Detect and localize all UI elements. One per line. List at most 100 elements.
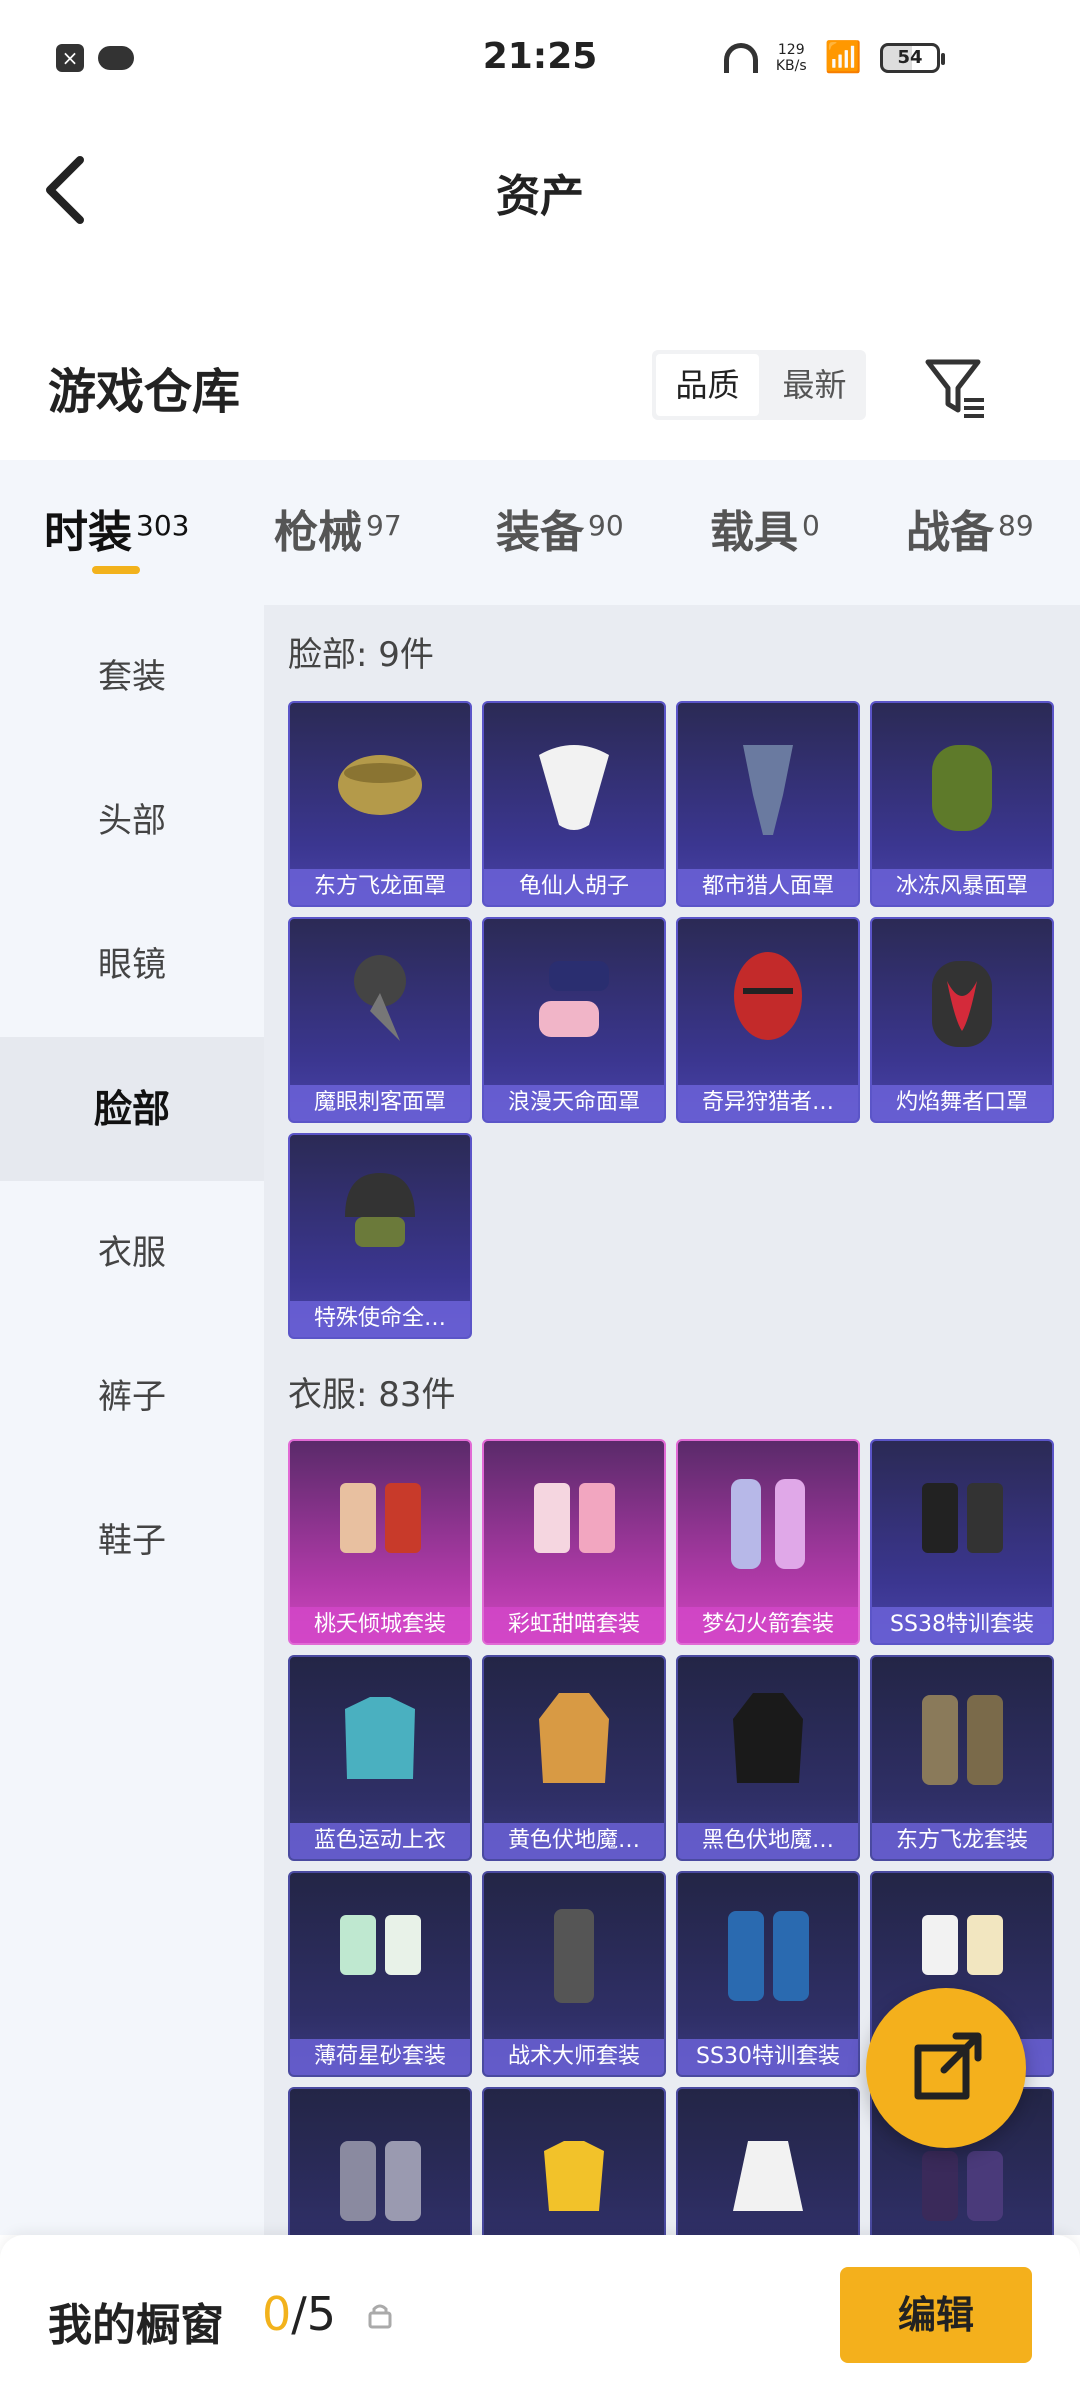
item-card[interactable]: 彩虹甜喵套装 (482, 1439, 666, 1645)
item-card[interactable]: 东方飞龙面罩 (288, 701, 472, 907)
lock-icon (368, 2304, 392, 2329)
item-name: 灼焰舞者口罩 (872, 1085, 1052, 1121)
showcase-count-current: 0 (262, 2287, 292, 2341)
item-name: 战术大师套装 (484, 2039, 664, 2075)
outfit-icon (340, 2141, 421, 2221)
item-card[interactable]: 魔眼刺客面罩 (288, 917, 472, 1123)
helmet-icon (345, 1173, 415, 1247)
category-tabs: 时装 303 枪械 97 装备 90 载具 0 战备 89 (0, 460, 1080, 605)
tab-count: 0 (802, 509, 820, 542)
item-card[interactable]: 蓝色运动上衣 (288, 1655, 472, 1861)
outfit-icon (728, 1911, 809, 2001)
item-name: 奇异狩猎者… (678, 1085, 858, 1121)
tab-vehicles[interactable]: 载具 0 (710, 496, 820, 560)
sort-toggle: 品质 最新 (652, 350, 866, 420)
item-card[interactable]: 灼焰舞者口罩 (870, 917, 1054, 1123)
outfit-icon (340, 1915, 421, 1975)
item-card[interactable] (676, 2087, 860, 2235)
sidebar-item-face[interactable]: 脸部 (0, 1037, 264, 1181)
item-card[interactable]: 桃夭倾城套装 (288, 1439, 472, 1645)
item-name: 东方飞龙面罩 (290, 869, 470, 905)
sidebar-item-glasses[interactable]: 眼镜 (0, 893, 264, 1037)
warehouse-title: 游戏仓库 (48, 364, 241, 420)
sidebar-item-shoes[interactable]: 鞋子 (0, 1469, 264, 1613)
tab-label: 装备 (496, 507, 584, 558)
item-card[interactable]: SS38特训套装 (870, 1439, 1054, 1645)
item-name: 浪漫天命面罩 (484, 1085, 664, 1121)
network-speed: 129 KB/s (776, 42, 807, 74)
edit-button[interactable]: 编辑 (840, 2267, 1032, 2363)
battery-icon: 54 (880, 42, 945, 73)
tab-weapons[interactable]: 枪械 97 (274, 496, 402, 560)
item-card[interactable]: 龟仙人胡子 (482, 701, 666, 907)
item-name: 蓝色运动上衣 (290, 1823, 470, 1859)
page-title: 资产 (496, 171, 584, 222)
share-button[interactable] (866, 1988, 1026, 2148)
item-card[interactable]: 黑色伏地魔… (676, 1655, 860, 1861)
item-card[interactable]: 冰冻风暴面罩 (870, 701, 1054, 907)
tab-supplies[interactable]: 战备 89 (906, 496, 1034, 560)
tab-count: 90 (588, 509, 624, 542)
sort-newest-button[interactable]: 最新 (763, 350, 866, 420)
item-name: 黑色伏地魔… (678, 1823, 858, 1859)
outfit-icon (340, 1483, 421, 1553)
beard-icon (539, 745, 609, 830)
jacket-icon (345, 1697, 415, 1779)
item-name: 特殊使命全… (290, 1301, 470, 1337)
item-name: 彩虹甜喵套装 (484, 1607, 664, 1643)
sidebar-item-pants[interactable]: 裤子 (0, 1325, 264, 1469)
item-card[interactable]: 特殊使命全… (288, 1133, 472, 1339)
filter-button[interactable] (920, 352, 990, 422)
mask-icon (734, 952, 802, 1040)
sidebar-item-suit[interactable]: 套装 (0, 605, 264, 749)
dress-icon (733, 2141, 803, 2211)
item-card[interactable]: 薄荷星砂套装 (288, 1871, 472, 2077)
tab-label: 载具 (710, 507, 798, 558)
plague-mask-icon (354, 955, 406, 1041)
item-name: 都市猎人面罩 (678, 869, 858, 905)
sort-quality-button[interactable]: 品质 (656, 354, 759, 416)
section-label-face: 脸部: 9件 (288, 635, 434, 675)
shirt-icon (544, 2141, 604, 2211)
outfit-icon (922, 1483, 1003, 1553)
item-card[interactable]: SS30特训套装 (676, 1871, 860, 2077)
item-name: SS38特训套装 (872, 1607, 1052, 1643)
item-name: SS30特训套装 (678, 2039, 858, 2075)
item-name: 冰冻风暴面罩 (872, 869, 1052, 905)
item-card[interactable]: 奇异狩猎者… (676, 917, 860, 1123)
network-speed-value: 129 (777, 41, 805, 58)
network-speed-unit: KB/s (775, 57, 807, 74)
tab-label: 战备 (906, 507, 994, 558)
tab-label: 枪械 (274, 507, 362, 558)
item-card[interactable]: 战术大师套装 (482, 1871, 666, 2077)
outfit-icon (534, 1483, 615, 1553)
item-card[interactable] (482, 2087, 666, 2235)
item-name: 龟仙人胡子 (484, 869, 664, 905)
tab-count: 303 (136, 509, 190, 542)
sidebar-item-clothes[interactable]: 衣服 (0, 1181, 264, 1325)
item-card[interactable]: 东方飞龙套装 (870, 1655, 1054, 1861)
item-name: 东方飞龙套装 (872, 1823, 1052, 1859)
mask-icon (539, 961, 609, 1037)
item-name: 桃夭倾城套装 (290, 1607, 470, 1643)
item-card[interactable]: 都市猎人面罩 (676, 701, 860, 907)
speed-gauge-icon (723, 42, 758, 73)
active-tab-indicator (92, 566, 140, 574)
item-card[interactable]: 黄色伏地魔… (482, 1655, 666, 1861)
sidebar: 套装 头部 眼镜 脸部 衣服 裤子 鞋子 (0, 605, 264, 2235)
item-name: 黄色伏地魔… (484, 1823, 664, 1859)
tab-fashion[interactable]: 时装 303 (44, 496, 189, 560)
tab-count: 97 (366, 509, 402, 542)
mask-icon (932, 745, 992, 831)
tab-equipment[interactable]: 装备 90 (496, 496, 624, 560)
outfit-icon (731, 1479, 805, 1569)
filter-icon (925, 359, 984, 418)
item-card[interactable]: 梦幻火箭套装 (676, 1439, 860, 1645)
item-card[interactable]: 浪漫天命面罩 (482, 917, 666, 1123)
hoodie-icon (539, 1693, 609, 1783)
item-card[interactable] (288, 2087, 472, 2235)
sidebar-item-head[interactable]: 头部 (0, 749, 264, 893)
showcase-label: 我的橱窗 (48, 2300, 224, 2351)
showcase-count-total: /5 (291, 2287, 337, 2341)
status-right-icons: 129 KB/s 📶 54 (723, 40, 945, 75)
